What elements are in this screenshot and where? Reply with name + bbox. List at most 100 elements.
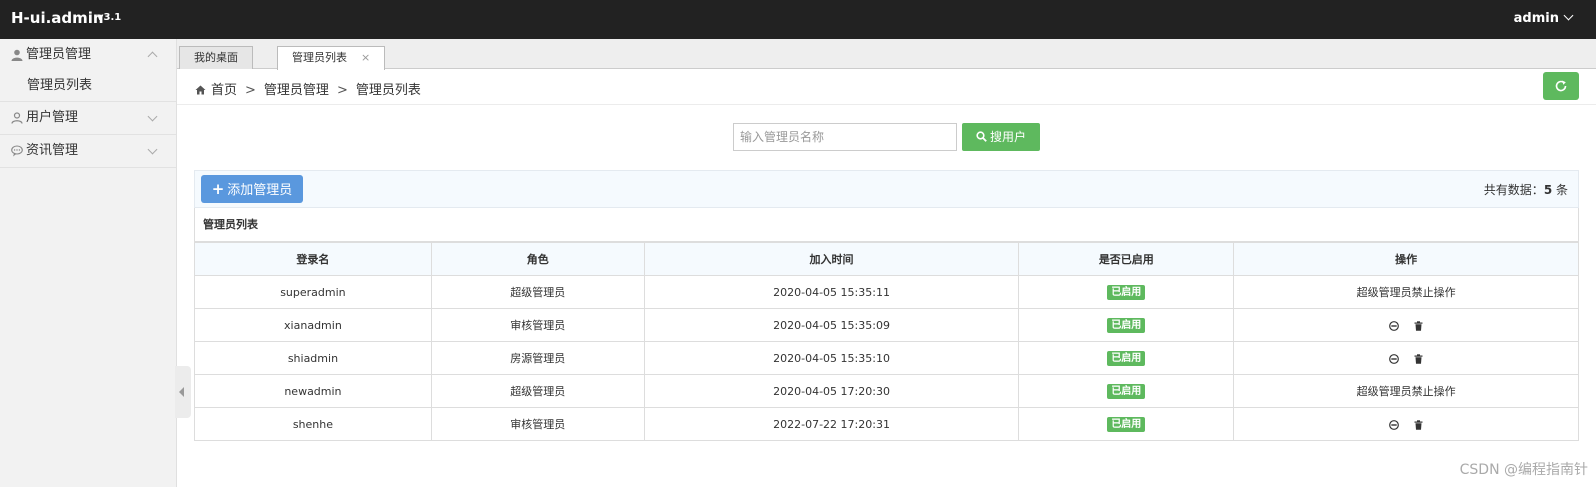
menu-group-user: 用户管理	[0, 102, 176, 135]
home-icon	[195, 85, 206, 95]
table-row: shenhe 审核管理员 2022-07-22 17:20:31 已启用	[194, 407, 1579, 441]
breadcrumb-separator: >	[245, 83, 256, 98]
cell-login: xianadmin	[194, 308, 432, 342]
menu-label: 管理员管理	[26, 47, 92, 62]
header-joined: 加入时间	[643, 242, 1020, 276]
status-badge: 已启用	[1107, 416, 1146, 432]
menu-admin-management[interactable]: 管理员管理	[0, 39, 176, 71]
disable-icon[interactable]	[1388, 419, 1399, 430]
table-row: superadmin 超级管理员 2020-04-05 15:35:11 已启用…	[194, 275, 1579, 309]
cell-status: 已启用	[1018, 341, 1235, 375]
version-label: v3.1	[97, 12, 122, 23]
cell-joined: 2022-07-22 17:20:31	[643, 407, 1020, 441]
cell-role: 审核管理员	[430, 308, 645, 342]
cell-role: 超级管理员	[430, 275, 645, 309]
status-badge: 已启用	[1107, 284, 1146, 300]
sidebar-collapse-handle[interactable]	[175, 366, 191, 418]
breadcrumb-home[interactable]: 首页	[211, 83, 237, 98]
cell-login: newadmin	[194, 374, 432, 408]
table-toolbar: + 添加管理员 共有数据：5 条	[194, 170, 1579, 208]
table-row: newadmin 超级管理员 2020-04-05 17:20:30 已启用 超…	[194, 374, 1579, 408]
cell-status: 已启用	[1018, 374, 1235, 408]
breadcrumb-bar: 首页 > 管理员管理 > 管理员列表	[177, 69, 1596, 105]
status-badge: 已启用	[1107, 317, 1146, 333]
cell-action-text: 超级管理员禁止操作	[1233, 374, 1579, 408]
breadcrumb-admin-management[interactable]: 管理员管理	[264, 83, 329, 98]
cell-actions	[1233, 341, 1579, 375]
search-input[interactable]	[733, 123, 957, 151]
trash-icon[interactable]	[1414, 419, 1423, 430]
tab-label: 管理员列表	[292, 51, 347, 64]
top-navbar: H-ui.admin v3.1 admin	[0, 0, 1596, 39]
breadcrumb: 首页 > 管理员管理 > 管理员列表	[195, 79, 421, 98]
chevron-up-icon	[147, 51, 158, 62]
close-icon[interactable]: ×	[361, 51, 370, 64]
watermark: CSDN @编程指南针	[1459, 462, 1588, 478]
menu-news-management[interactable]: 资讯管理	[0, 135, 176, 167]
menu-group-admin: 管理员管理 管理员列表	[0, 39, 176, 102]
add-admin-button[interactable]: + 添加管理员	[201, 175, 303, 203]
header-role: 角色	[430, 242, 645, 276]
cell-status: 已启用	[1018, 407, 1235, 441]
brand-logo[interactable]: H-ui.admin	[11, 9, 104, 27]
tab-desktop[interactable]: 我的桌面	[179, 46, 253, 69]
header-actions: 操作	[1233, 242, 1579, 276]
cell-joined: 2020-04-05 15:35:09	[643, 308, 1020, 342]
trash-icon[interactable]	[1414, 353, 1423, 364]
total-number: 5	[1543, 183, 1553, 197]
cell-login: superadmin	[194, 275, 432, 309]
search-button-label: 搜用户	[989, 130, 1026, 144]
table-row: xianadmin 审核管理员 2020-04-05 15:35:09 已启用	[194, 308, 1579, 342]
comment-icon	[11, 145, 23, 157]
header-login: 登录名	[194, 242, 432, 276]
menu-label: 资讯管理	[26, 143, 79, 158]
sidebar: 管理员管理 管理员列表 用户管理 资讯管理	[0, 39, 177, 487]
plus-icon: +	[211, 180, 225, 198]
cell-status: 已启用	[1018, 308, 1235, 342]
search-icon	[976, 131, 987, 142]
menu-group-news: 资讯管理	[0, 135, 176, 168]
cell-login: shenhe	[194, 407, 432, 441]
sidebar-item-admin-list[interactable]: 管理员列表	[0, 71, 176, 101]
disable-icon[interactable]	[1388, 353, 1399, 364]
cell-role: 超级管理员	[430, 374, 645, 408]
total-prefix: 共有数据：	[1483, 183, 1544, 197]
cell-joined: 2020-04-05 15:35:11	[643, 275, 1020, 309]
total-count: 共有数据：5 条	[1484, 181, 1568, 198]
search-button[interactable]: 搜用户	[962, 123, 1040, 151]
cell-actions	[1233, 407, 1579, 441]
user-icon	[11, 49, 23, 61]
cell-role: 审核管理员	[430, 407, 645, 441]
breadcrumb-admin-list: 管理员列表	[355, 83, 421, 98]
table-header-row: 登录名 角色 加入时间 是否已启用 操作	[194, 242, 1579, 276]
user-menu[interactable]: admin	[1513, 10, 1574, 26]
cell-joined: 2020-04-05 15:35:10	[643, 341, 1020, 375]
menu-label: 用户管理	[26, 110, 79, 125]
tab-admin-list[interactable]: 管理员列表 ×	[277, 46, 386, 70]
status-badge: 已启用	[1107, 350, 1146, 366]
chevron-down-icon	[147, 144, 158, 155]
cell-joined: 2020-04-05 17:20:30	[643, 374, 1020, 408]
total-suffix: 条	[1552, 183, 1568, 197]
menu-user-management[interactable]: 用户管理	[0, 102, 176, 134]
refresh-icon	[1555, 80, 1567, 92]
refresh-button[interactable]	[1543, 72, 1579, 100]
chevron-down-icon	[1563, 10, 1574, 21]
cell-status: 已启用	[1018, 275, 1235, 309]
user-name: admin	[1513, 11, 1559, 26]
disable-icon[interactable]	[1388, 320, 1399, 331]
trash-icon[interactable]	[1414, 320, 1423, 331]
cell-login: shiadmin	[194, 341, 432, 375]
cell-action-text: 超级管理员禁止操作	[1233, 275, 1579, 309]
cell-role: 房源管理员	[430, 341, 645, 375]
user-outline-icon	[11, 112, 23, 124]
table-row: shiadmin 房源管理员 2020-04-05 15:35:10 已启用	[194, 341, 1579, 375]
tab-label: 我的桌面	[194, 51, 238, 64]
status-badge: 已启用	[1107, 383, 1146, 399]
tab-bar: 我的桌面 管理员列表 ×	[177, 39, 1596, 70]
add-admin-label: 添加管理员	[227, 183, 293, 198]
cell-actions	[1233, 308, 1579, 342]
admin-table: 登录名 角色 加入时间 是否已启用 操作 superadmin 超级管理员 20…	[194, 242, 1579, 441]
breadcrumb-separator: >	[336, 83, 348, 98]
chevron-down-icon	[147, 111, 158, 122]
